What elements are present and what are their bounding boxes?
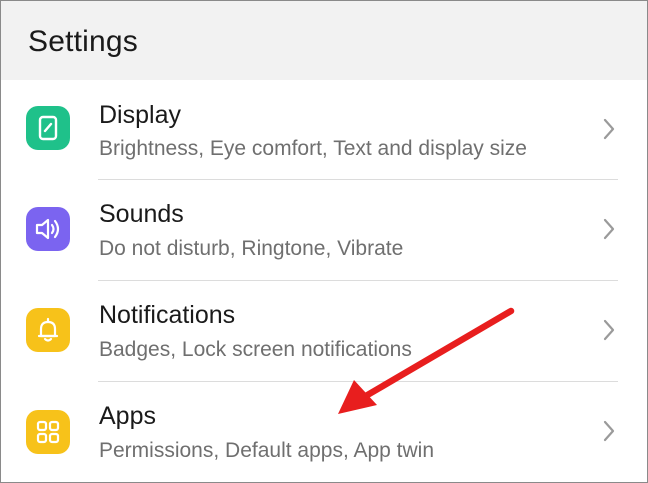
chevron-right-icon bbox=[603, 319, 615, 341]
settings-item-subtitle: Permissions, Default apps, App twin bbox=[99, 439, 434, 462]
settings-item-label: Apps bbox=[99, 402, 156, 430]
settings-header: Settings bbox=[1, 1, 647, 85]
chevron-right-icon bbox=[603, 118, 615, 140]
chevron-right-icon bbox=[603, 420, 615, 442]
speaker-icon bbox=[26, 207, 70, 251]
settings-item-display[interactable]: Display Brightness, Eye comfort, Text an… bbox=[1, 80, 647, 181]
page-title: Settings bbox=[28, 25, 138, 58]
settings-item-label: Sounds bbox=[99, 200, 184, 228]
settings-item-label: Notifications bbox=[99, 301, 236, 329]
bell-icon bbox=[26, 308, 70, 352]
settings-item-notifications[interactable]: Notifications Badges, Lock screen notifi… bbox=[1, 281, 647, 382]
settings-item-sounds[interactable]: Sounds Do not disturb, Ringtone, Vibrate bbox=[1, 180, 647, 281]
settings-item-label: Display bbox=[99, 101, 181, 129]
display-icon bbox=[26, 106, 70, 150]
apps-grid-icon bbox=[26, 410, 70, 454]
settings-item-apps[interactable]: Apps Permissions, Default apps, App twin bbox=[1, 382, 647, 483]
settings-item-subtitle: Do not disturb, Ringtone, Vibrate bbox=[99, 237, 404, 260]
settings-item-subtitle: Brightness, Eye comfort, Text and displa… bbox=[99, 137, 527, 160]
chevron-right-icon bbox=[603, 218, 615, 240]
settings-item-subtitle: Badges, Lock screen notifications bbox=[99, 338, 412, 361]
